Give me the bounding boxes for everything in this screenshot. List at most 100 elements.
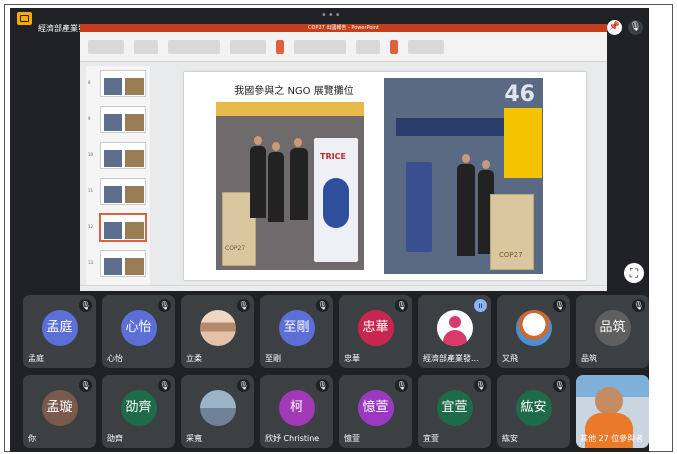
participant-name: 紘安 xyxy=(502,434,518,443)
other-participants-label: 其他 27 位參與者 xyxy=(580,434,644,443)
participant-tile[interactable]: 🎙 忠華 忠華 xyxy=(339,295,412,368)
avatar: 孟璇 xyxy=(41,389,78,426)
participant-name: 劭齊 xyxy=(107,434,123,443)
pedestal-sign: COP27 xyxy=(225,245,246,252)
participant-name: 你 xyxy=(28,434,36,443)
participant-tile[interactable]: 🎙 孟庭 孟庭 xyxy=(23,295,96,368)
pin-icon[interactable]: 📌 xyxy=(607,20,622,35)
participant-tile[interactable]: 🎙 品筑 品筑 xyxy=(576,295,649,368)
mic-off-icon: 🎙 xyxy=(553,379,566,392)
slide-thumbnail[interactable] xyxy=(100,178,146,205)
person xyxy=(457,164,475,256)
thumbnail-number: 10 xyxy=(88,152,94,157)
avatar: 憶萱 xyxy=(357,389,394,426)
other-participants-tile[interactable]: 其他 27 位參與者 xyxy=(576,375,649,448)
cop27-pedestal: COP27 xyxy=(490,194,534,270)
mic-off-icon: 🎙 xyxy=(237,379,250,392)
slide-thumbnail-pane: 8 9 10 11 12 13 xyxy=(86,66,150,288)
mic-off-icon: 🎙 xyxy=(158,299,171,312)
current-slide: 我國參與之 NGO 展覽攤位 COP27 TRICE 46 COP27 xyxy=(184,72,586,280)
participant-tile-self[interactable]: 🎙 孟璇 你 xyxy=(23,375,96,448)
powerpoint-status-bar xyxy=(80,285,607,291)
participant-tile[interactable]: 🎙 柯 欣妤 Christine xyxy=(260,375,333,448)
person xyxy=(268,152,284,222)
participant-tile[interactable]: 🎙 紘安 紘安 xyxy=(497,375,570,448)
participant-name: 采寬 xyxy=(186,434,202,443)
thumbnail-number: 13 xyxy=(88,260,94,265)
participant-tile[interactable]: 🎙 劭齊 劭齊 xyxy=(102,375,175,448)
ribbon-group xyxy=(168,39,220,54)
participant-tile[interactable]: 🎙 宜萱 宜萱 xyxy=(418,375,491,448)
participant-name: 心怡 xyxy=(107,354,123,363)
slide-thumbnail[interactable] xyxy=(100,142,146,169)
audio-level-icon: ıı xyxy=(474,299,487,312)
avatar-photo xyxy=(199,309,236,346)
booth-number: 46 xyxy=(504,82,535,107)
ribbon-group xyxy=(356,39,380,54)
ribbon-red-icon xyxy=(390,39,398,54)
participant-tile[interactable]: 🎙 采寬 xyxy=(181,375,254,448)
fullscreen-icon[interactable]: ⛶ xyxy=(624,263,644,283)
mic-off-icon: 🎙 xyxy=(79,299,92,312)
pedestal-sign: COP27 xyxy=(499,251,523,259)
powerpoint-ribbon xyxy=(80,32,607,62)
slide-thumbnail[interactable] xyxy=(100,70,146,97)
mic-off-icon: 🎙 xyxy=(316,379,329,392)
participant-tile-presenter[interactable]: ıı 經濟部產業發... xyxy=(418,295,491,368)
participant-name: 品筑 xyxy=(581,354,597,363)
avatar: 忠華 xyxy=(357,309,394,346)
thumbnail-number: 8 xyxy=(88,80,91,85)
participant-video xyxy=(595,387,623,415)
present-to-all-icon xyxy=(17,12,32,25)
avatar: 柯 xyxy=(278,389,315,426)
participant-name: 至剛 xyxy=(265,354,281,363)
booth-photo-right: 46 COP27 xyxy=(384,78,543,274)
slide-thumbnail[interactable] xyxy=(100,250,146,277)
mic-off-icon: 🎙 xyxy=(316,299,329,312)
avatar: 孟庭 xyxy=(41,309,78,346)
avatar: 紘安 xyxy=(515,389,552,426)
ribbon-group xyxy=(230,39,266,54)
slide-thumbnail-selected[interactable] xyxy=(100,214,146,241)
avatar: 心怡 xyxy=(120,309,157,346)
mic-off-icon: 🎙 xyxy=(79,379,92,392)
top-controls: 📌 🎙 xyxy=(607,20,643,35)
slide-title: 我國參與之 NGO 展覽攤位 xyxy=(234,86,354,97)
participant-name: 立柔 xyxy=(186,354,202,363)
taiwan-banner xyxy=(406,162,432,252)
person xyxy=(290,148,308,220)
participant-tile[interactable]: 🎙 至剛 至剛 xyxy=(260,295,333,368)
mic-off-icon: 🎙 xyxy=(632,299,645,312)
default-person-avatar xyxy=(436,309,473,346)
ribbon-group xyxy=(134,39,158,54)
avatar: 品筑 xyxy=(594,309,631,346)
mic-off-icon: 🎙 xyxy=(395,379,408,392)
mic-off-icon: 🎙 xyxy=(628,20,643,35)
avatar: 宜萱 xyxy=(436,389,473,426)
shared-screen: COP27 出國報告 - PowerPoint 8 9 10 11 12 13 xyxy=(80,24,607,291)
trice-banner: TRICE xyxy=(314,138,358,262)
mic-off-icon: 🎙 xyxy=(158,379,171,392)
mic-off-icon: 🎙 xyxy=(395,299,408,312)
mic-off-icon: 🎙 xyxy=(474,379,487,392)
thumbnail-number: 12 xyxy=(88,224,94,229)
participant-name: 欣妤 Christine xyxy=(265,434,320,443)
participant-name: 宜萱 xyxy=(423,434,439,443)
participant-tile[interactable]: 🎙 又飛 xyxy=(497,295,570,368)
participant-name: 孟庭 xyxy=(28,354,44,363)
ribbon-red-icon xyxy=(276,39,284,54)
avatar: 劭齊 xyxy=(120,389,157,426)
powerpoint-title-bar: COP27 出國報告 - PowerPoint xyxy=(80,24,607,32)
participant-name: 又飛 xyxy=(502,354,518,363)
participant-tile[interactable]: 🎙 立柔 xyxy=(181,295,254,368)
slide-thumbnail[interactable] xyxy=(100,106,146,133)
ribbon-group xyxy=(294,39,346,54)
participant-tile[interactable]: 🎙 憶萱 憶萱 xyxy=(339,375,412,448)
participant-tile[interactable]: 🎙 心怡 心怡 xyxy=(102,295,175,368)
thumbnail-number: 9 xyxy=(88,116,91,121)
avatar-photo xyxy=(199,389,236,426)
mic-off-icon: 🎙 xyxy=(553,299,566,312)
ribbon-group xyxy=(88,39,124,54)
window-menu-dots[interactable]: ••• xyxy=(321,10,342,21)
avatar: 至剛 xyxy=(278,309,315,346)
